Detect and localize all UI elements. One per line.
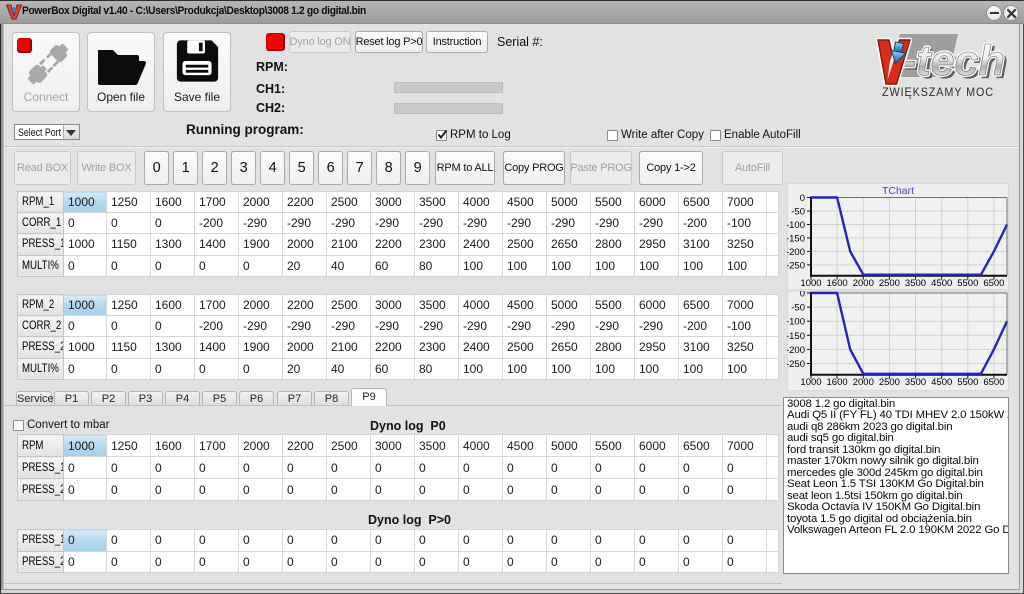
svg-text:1600: 1600 [827, 278, 848, 289]
svg-text:5500: 5500 [957, 377, 978, 388]
svg-text:6500: 6500 [983, 278, 1004, 289]
svg-text:5500: 5500 [957, 278, 978, 289]
svg-text:0: 0 [800, 291, 805, 300]
svg-text:0: 0 [800, 193, 805, 204]
svg-text:-250: -250 [787, 359, 805, 370]
svg-text:-50: -50 [791, 303, 805, 314]
svg-text:-tech: -tech [902, 37, 1005, 85]
svg-text:1000: 1000 [800, 278, 821, 289]
svg-text:-150: -150 [787, 331, 805, 342]
svg-text:6500: 6500 [983, 377, 1004, 388]
svg-text:3500: 3500 [905, 278, 926, 289]
svg-text:-100: -100 [787, 317, 805, 328]
svg-text:-200: -200 [787, 345, 805, 356]
svg-text:-100: -100 [787, 220, 805, 231]
svg-text:2500: 2500 [879, 278, 900, 289]
svg-text:TChart: TChart [882, 185, 914, 197]
svg-text:-250: -250 [787, 260, 805, 271]
svg-text:4500: 4500 [931, 377, 952, 388]
svg-text:-50: -50 [791, 207, 805, 218]
svg-text:1600: 1600 [827, 377, 848, 388]
svg-text:2000: 2000 [853, 377, 874, 388]
svg-text:2500: 2500 [879, 377, 900, 388]
svg-text:ZWIĘKSZAMY MOC: ZWIĘKSZAMY MOC [882, 85, 994, 99]
svg-text:4500: 4500 [931, 278, 952, 289]
svg-text:-200: -200 [787, 247, 805, 258]
svg-text:3500: 3500 [905, 377, 926, 388]
svg-text:-150: -150 [787, 233, 805, 244]
svg-text:2000: 2000 [853, 278, 874, 289]
svg-text:1000: 1000 [800, 377, 821, 388]
